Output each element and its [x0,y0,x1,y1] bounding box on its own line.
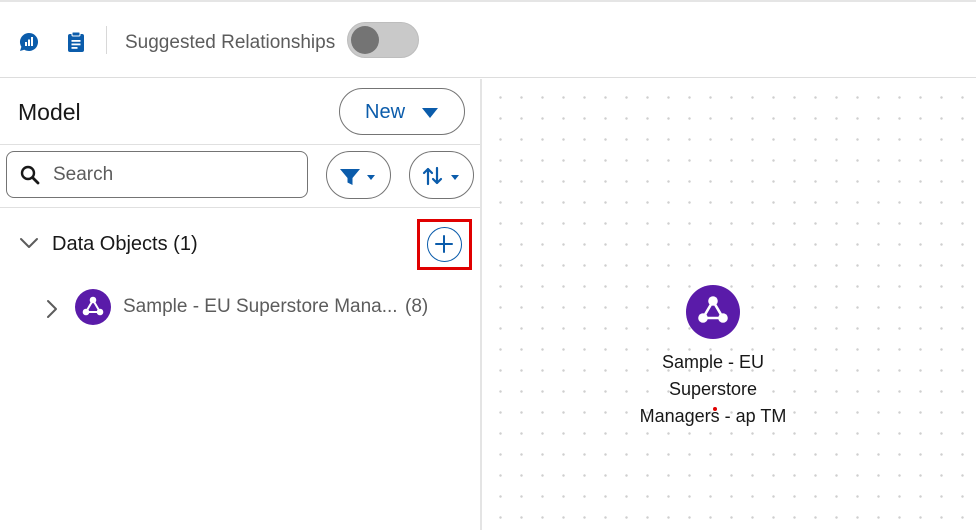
divider [0,207,480,208]
toggle-knob [351,26,379,54]
suggested-relationships-toggle[interactable] [347,22,419,58]
toolbar-divider [106,26,107,54]
sort-button[interactable] [409,151,474,199]
data-object-node-icon[interactable] [686,285,740,339]
suggested-relationships-label: Suggested Relationships [125,32,336,53]
caret-down-icon [422,108,438,118]
toolbar: Suggested Relationships [0,2,976,78]
search-input[interactable] [53,163,293,187]
new-button-label: New [365,101,406,123]
clipboard-icon[interactable] [64,30,88,54]
chevron-down-icon[interactable] [19,236,39,250]
data-object-label: Sample - EU Superstore Mana... [123,296,398,317]
filter-button[interactable] [326,151,391,199]
divider [0,144,480,145]
highlight-box [417,219,472,270]
node-label-line: Superstore [668,379,758,399]
cursor-dot [713,407,717,411]
new-button[interactable]: New [339,88,465,135]
search-box [6,151,308,198]
filter-icon [340,169,375,185]
chart-bubble-icon[interactable] [17,30,41,54]
search-icon [20,165,40,185]
sort-icon [422,166,459,186]
chevron-right-icon[interactable] [45,299,59,319]
data-objects-section-label: Data Objects (1) [52,233,198,255]
node-label-line: Sample - EU [661,352,765,372]
data-object-count: (8) [405,296,429,317]
panel-title: Model [18,99,81,125]
data-object-icon [75,289,111,325]
data-object-node-label[interactable]: Sample - EU Superstore Managers - ap TM [622,349,804,430]
